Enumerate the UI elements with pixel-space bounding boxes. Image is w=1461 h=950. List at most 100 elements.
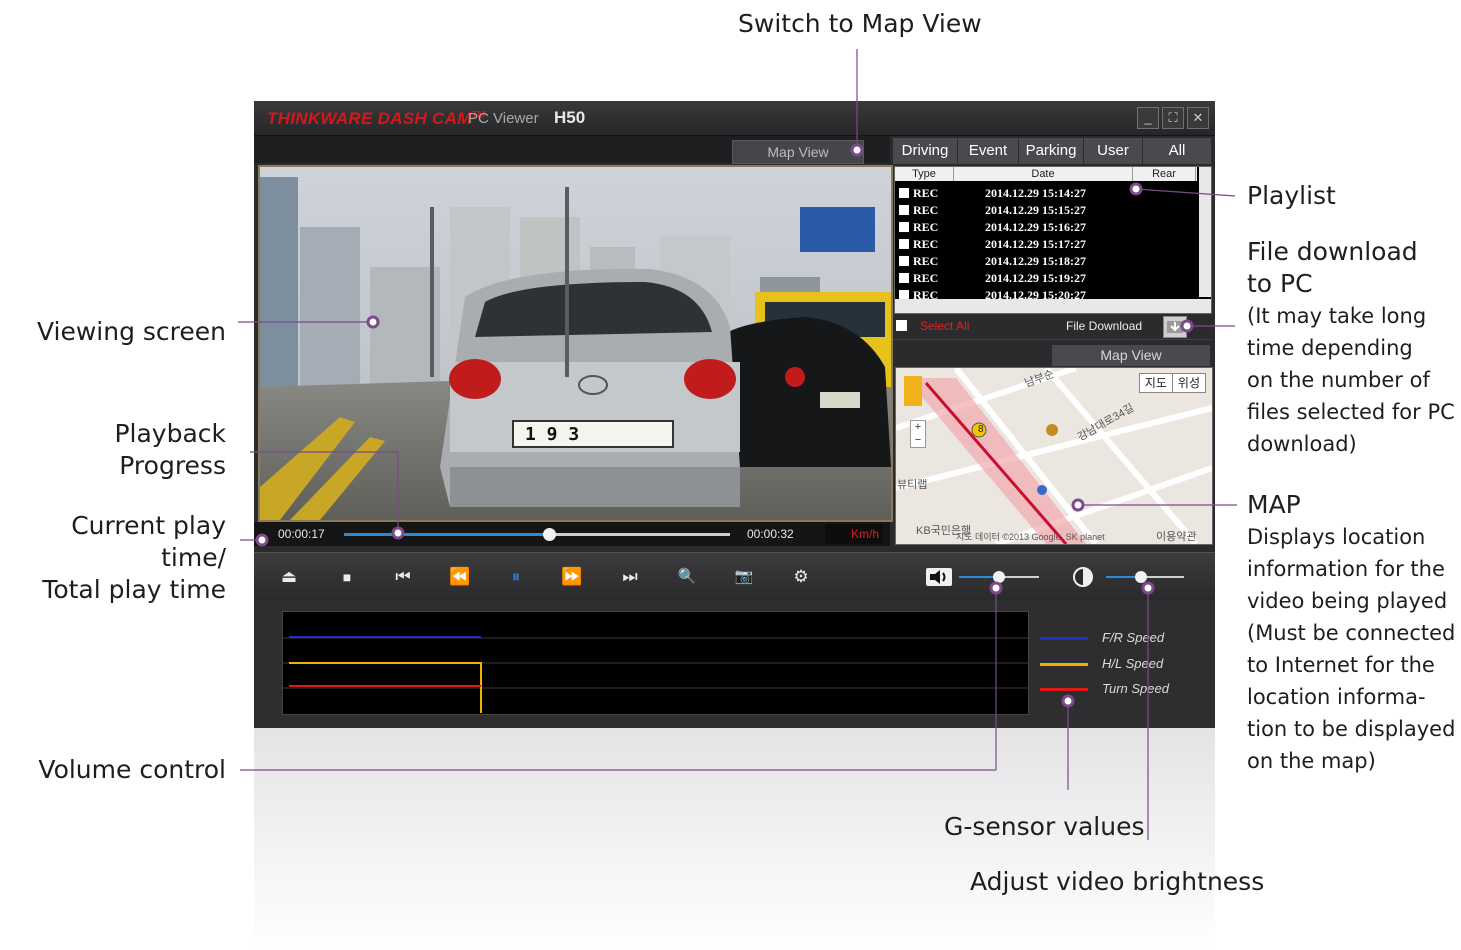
callout-play-time-line: Current play time/: [71, 511, 226, 572]
minimize-button[interactable]: _: [1137, 107, 1159, 129]
callout-map: MAP Displays location information for th…: [1247, 489, 1455, 777]
eject-button[interactable]: ⏏: [277, 565, 301, 589]
map-terms-link[interactable]: 이용약관: [1156, 528, 1196, 544]
stop-button[interactable]: ■: [335, 565, 359, 589]
brightness-slider[interactable]: [1106, 571, 1184, 583]
callout-file-download-desc: (It may take long: [1247, 304, 1427, 328]
select-all-checkbox[interactable]: [896, 320, 907, 331]
tab-event[interactable]: Event: [958, 138, 1019, 164]
row-type: REC: [913, 271, 939, 285]
hl-speed-swatch: [1040, 663, 1088, 666]
map-zoom-control: + −: [910, 420, 926, 448]
file-download-button[interactable]: [1163, 316, 1187, 338]
callout-map-desc: information for the: [1247, 557, 1445, 581]
current-play-time: 00:00:17: [278, 527, 325, 541]
volume-slider-handle[interactable]: [993, 571, 1005, 583]
playlist-row[interactable]: REC 2014.12.29 15:14:27: [899, 184, 1189, 201]
column-rear[interactable]: Rear: [1133, 167, 1196, 181]
file-download-label[interactable]: File Download: [1066, 319, 1142, 333]
fast-forward-icon: ⏩: [561, 567, 583, 586]
snapshot-button[interactable]: 📷: [732, 565, 756, 589]
playback-bar: 00:00:17 00:00:32 Km/h: [254, 522, 890, 546]
row-checkbox[interactable]: [899, 273, 909, 283]
route-badge: 8: [978, 424, 984, 435]
tab-driving[interactable]: Driving: [893, 138, 958, 164]
row-checkbox[interactable]: [899, 188, 909, 198]
settings-gear-icon: ⚙: [793, 567, 809, 586]
callout-playback-progress-line: Progress: [119, 451, 226, 480]
row-type: REC: [913, 220, 939, 234]
settings-button[interactable]: ⚙: [789, 565, 813, 589]
callout-g-sensor: G-sensor values: [944, 812, 1145, 841]
callout-volume-control: Volume control: [38, 755, 226, 784]
row-date: 2014.12.29 15:19:27: [985, 271, 1086, 285]
g-sensor-graph: [282, 611, 1029, 715]
folder-download-icon: [1167, 321, 1183, 333]
playback-progress-handle[interactable]: [542, 528, 556, 541]
row-type: REC: [913, 237, 939, 251]
playlist-actions: Select All File Download: [893, 315, 1211, 340]
map-type-satellite[interactable]: 위성: [1173, 374, 1205, 392]
select-all-label[interactable]: Select All: [920, 319, 969, 333]
next-file-icon: ⏭: [622, 567, 638, 586]
row-checkbox[interactable]: [899, 239, 909, 249]
previous-file-button[interactable]: ⏮: [391, 565, 415, 589]
playlist-row[interactable]: REC 2014.12.29 15:15:27: [899, 201, 1189, 218]
pc-viewer-window: THINKWARE DASH CAMTM PC Viewer H50 _ ⛶ ✕…: [254, 101, 1215, 728]
playback-progress-track[interactable]: [344, 528, 730, 541]
callout-file-download-desc: time depending: [1247, 336, 1413, 360]
tab-all[interactable]: All: [1143, 138, 1212, 164]
pause-icon: ⏸: [511, 567, 521, 586]
map-tiles: [896, 368, 1212, 544]
column-date[interactable]: Date: [954, 167, 1133, 181]
row-type: REC: [913, 186, 939, 200]
legend-label: H/L Speed: [1102, 656, 1164, 671]
column-type[interactable]: Type: [895, 167, 954, 181]
tab-user[interactable]: User: [1084, 138, 1143, 164]
close-button[interactable]: ✕: [1187, 107, 1209, 129]
fast-forward-button[interactable]: ⏩: [560, 565, 584, 589]
eject-icon: ⏏: [280, 567, 298, 586]
callout-playback-progress-line: Playback: [114, 419, 226, 448]
next-file-button[interactable]: ⏭: [618, 565, 642, 589]
maximize-button[interactable]: ⛶: [1162, 107, 1184, 129]
viewing-screen[interactable]: 1 9 3: [258, 165, 893, 522]
map-attribution: 지도 데이터 ©2013 Google, SK planet: [956, 532, 1105, 542]
playlist-horizontal-scrollbar[interactable]: [895, 299, 1211, 313]
playlist-row[interactable]: REC 2014.12.29 15:16:27: [899, 218, 1189, 235]
zoom-in-button[interactable]: +: [911, 421, 925, 434]
volume-slider[interactable]: [959, 571, 1039, 583]
row-checkbox[interactable]: [899, 222, 909, 232]
callout-viewing-screen: Viewing screen: [36, 317, 226, 346]
zoom-out-button[interactable]: −: [911, 434, 925, 447]
pause-button[interactable]: ⏸: [504, 565, 528, 589]
brightness-slider-handle[interactable]: [1135, 571, 1148, 583]
callout-file-download-desc: files selected for PC: [1247, 400, 1455, 424]
switch-map-view-button[interactable]: Map View: [732, 140, 864, 164]
callout-playback-progress: Playback Progress: [0, 418, 226, 482]
playlist-row[interactable]: REC 2014.12.29 15:19:27: [899, 269, 1189, 286]
row-date: 2014.12.29 15:18:27: [985, 254, 1086, 268]
callout-file-download-desc: on the number of: [1247, 368, 1430, 392]
callout-map-desc: to Internet for the: [1247, 653, 1435, 677]
playlist-row[interactable]: REC 2014.12.29 15:18:27: [899, 252, 1189, 269]
callout-file-download-desc: download): [1247, 432, 1357, 456]
callout-file-download-title: File download: [1247, 237, 1418, 266]
callout-file-download-title: to PC: [1247, 269, 1313, 298]
playlist-row[interactable]: REC 2014.12.29 15:17:27: [899, 235, 1189, 252]
callout-brightness: Adjust video brightness: [970, 867, 1265, 896]
rewind-icon: ⏪: [449, 567, 471, 586]
zoom-button[interactable]: 🔍: [675, 565, 699, 589]
row-checkbox[interactable]: [899, 256, 909, 266]
map-panel[interactable]: 8 남부순 강남대로34길 뷰티랩 KB국민은행 지도 데이터 ©2013 Go…: [895, 367, 1213, 545]
playlist-vertical-scrollbar[interactable]: [1199, 167, 1211, 297]
rewind-button[interactable]: ⏪: [448, 565, 472, 589]
callout-map-desc: location informa-: [1247, 685, 1426, 709]
map-type-map[interactable]: 지도: [1140, 374, 1173, 392]
callout-switch-map-view: Switch to Map View: [738, 9, 982, 38]
map-view-header[interactable]: Map View: [1052, 345, 1210, 366]
callout-map-desc: Displays location: [1247, 525, 1426, 549]
row-checkbox[interactable]: [899, 205, 909, 215]
volume-speaker-icon: [926, 568, 952, 586]
tab-parking[interactable]: Parking: [1019, 138, 1084, 164]
